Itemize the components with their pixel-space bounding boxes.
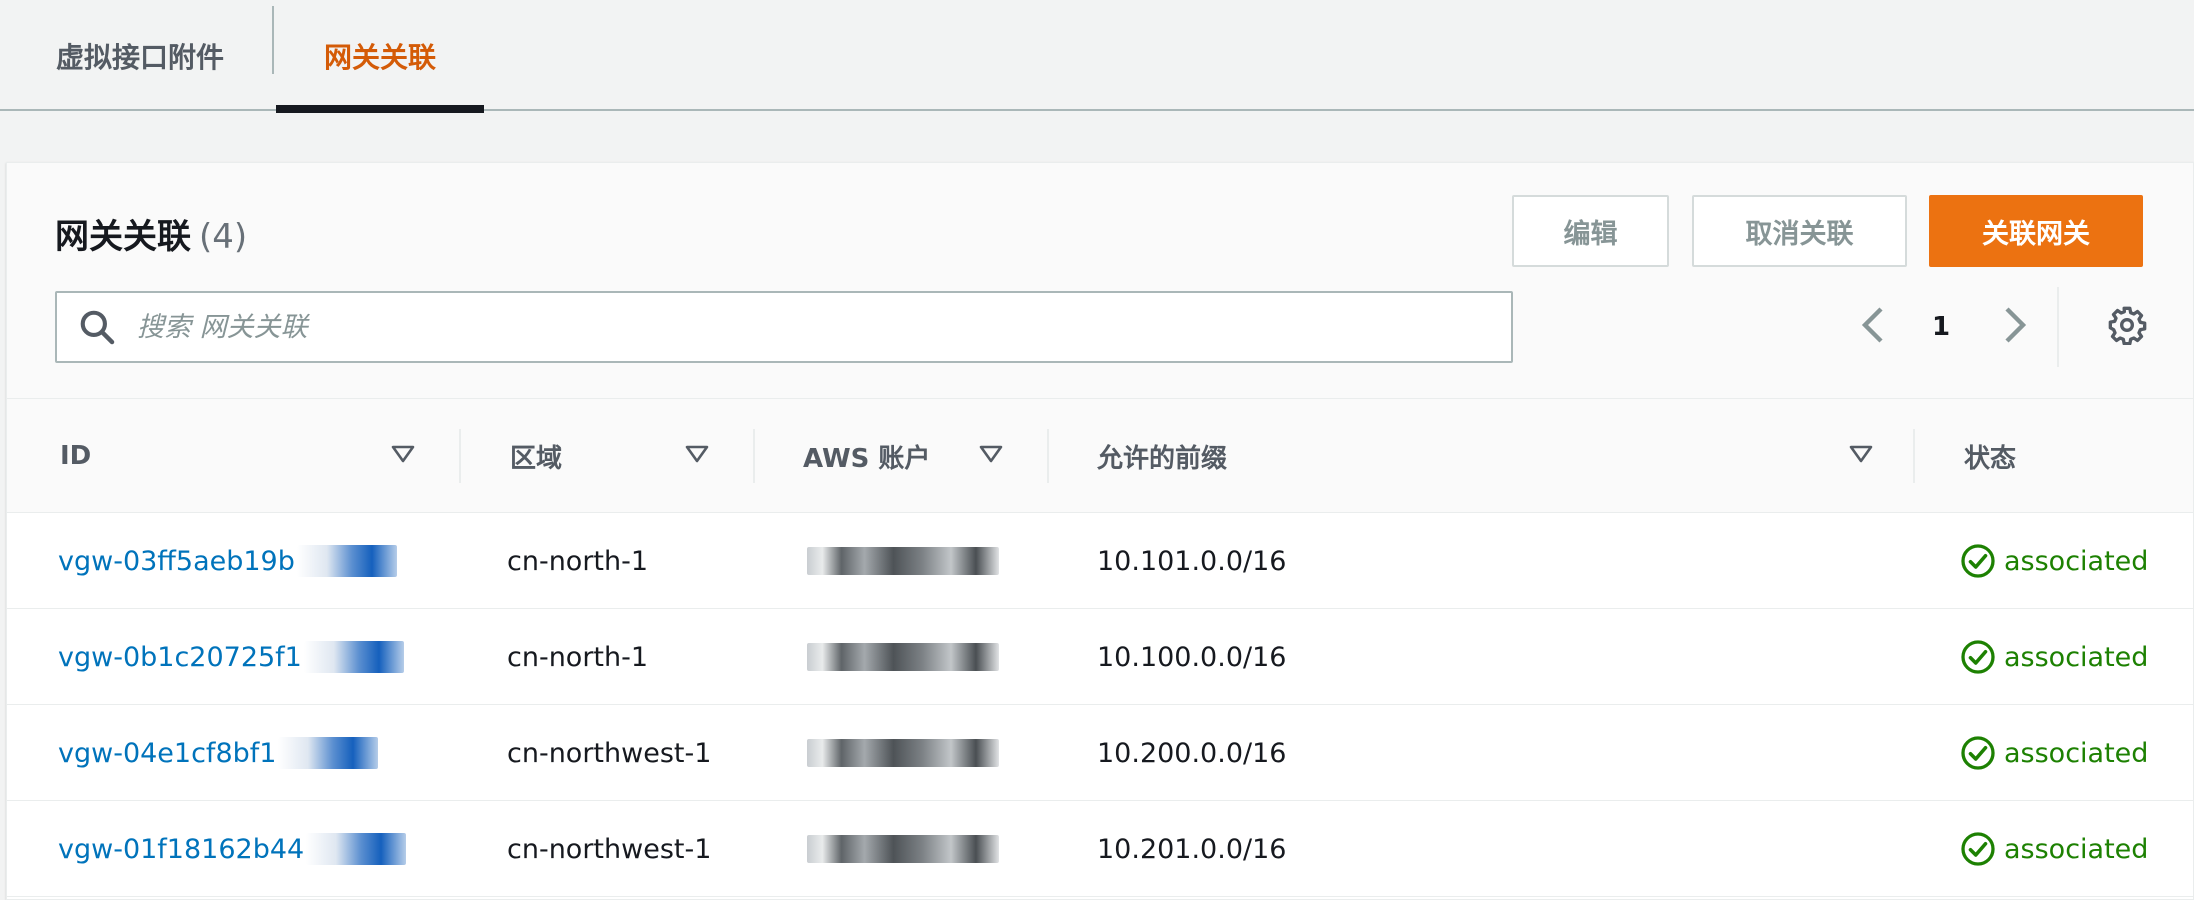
gateway-id-link[interactable]: vgw-04e1cf8bf1	[58, 705, 379, 801]
status-cell: associated	[1960, 513, 2148, 609]
sort-account-button[interactable]	[975, 440, 1007, 472]
status-text: associated	[2004, 545, 2149, 577]
caret-down-icon	[390, 443, 416, 469]
column-divider	[1913, 429, 1915, 483]
check-circle-icon	[1960, 543, 1996, 579]
tab-divider	[272, 6, 274, 74]
status-cell: associated	[1960, 801, 2148, 897]
aws-account-cell	[807, 801, 1007, 897]
gateway-id-link[interactable]: vgw-01f18162b44	[58, 801, 407, 897]
gateway-id-link[interactable]: vgw-03ff5aeb19b	[58, 513, 397, 609]
column-divider	[1047, 429, 1049, 483]
column-header-region[interactable]: 区域	[510, 399, 562, 513]
table-row: vgw-03ff5aeb19b cn-north-1 10.101.0.0/16…	[7, 513, 2193, 609]
aws-account-cell	[807, 609, 1007, 705]
panel-title-text: 网关关联	[55, 217, 191, 257]
column-header-status[interactable]: 状态	[1964, 399, 2016, 513]
item-count: (4)	[199, 217, 248, 257]
gateway-associations-panel: 网关关联(4) 编辑 取消关联 关联网关 1	[6, 162, 2194, 900]
status-text: associated	[2004, 833, 2149, 865]
disassociate-button[interactable]: 取消关联	[1692, 195, 1907, 267]
redacted-text	[303, 641, 404, 673]
associate-gateway-button[interactable]: 关联网关	[1929, 195, 2143, 267]
gateway-id-link[interactable]: vgw-0b1c20725f1	[58, 609, 404, 705]
table-row: vgw-04e1cf8bf1 cn-northwest-1 10.200.0.0…	[7, 705, 2193, 801]
status-cell: associated	[1960, 609, 2148, 705]
search-input[interactable]	[137, 293, 1511, 361]
caret-down-icon	[1848, 443, 1874, 469]
tab-bar: 虚拟接口附件 网关关联	[0, 0, 2194, 113]
caret-down-icon	[684, 443, 710, 469]
edit-button[interactable]: 编辑	[1512, 195, 1669, 267]
column-divider	[753, 429, 755, 483]
search-box	[55, 291, 1513, 363]
region-cell: cn-north-1	[507, 545, 649, 577]
column-divider	[459, 429, 461, 483]
tab-gateway-associations[interactable]: 网关关联	[276, 0, 484, 113]
redacted-account	[807, 835, 999, 863]
gateway-id-text[interactable]: vgw-0b1c20725f1	[58, 642, 302, 673]
settings-button[interactable]	[2097, 291, 2157, 363]
allowed-prefix-cell: 10.100.0.0/16	[1097, 641, 1287, 673]
sort-id-button[interactable]	[387, 440, 419, 472]
column-header-aws-account[interactable]: AWS 账户	[803, 399, 930, 513]
previous-page-button[interactable]	[1845, 291, 1901, 363]
redacted-account	[807, 739, 999, 767]
pager-divider	[2057, 287, 2059, 367]
status-text: associated	[2004, 737, 2149, 769]
caret-down-icon	[978, 443, 1004, 469]
redacted-text	[306, 833, 407, 865]
chevron-left-icon	[1859, 305, 1887, 349]
aws-account-cell	[807, 513, 1007, 609]
chevron-right-icon	[2001, 305, 2029, 349]
allowed-prefix-cell: 10.200.0.0/16	[1097, 737, 1287, 769]
check-circle-icon	[1960, 735, 1996, 771]
sort-region-button[interactable]	[681, 440, 713, 472]
gateway-id-text[interactable]: vgw-01f18162b44	[58, 834, 304, 865]
redacted-account	[807, 547, 999, 575]
aws-account-cell	[807, 705, 1007, 801]
region-cell: cn-northwest-1	[507, 833, 712, 865]
check-circle-icon	[1960, 639, 1996, 675]
redacted-text	[296, 545, 397, 577]
column-header-allowed-prefixes[interactable]: 允许的前缀	[1097, 399, 1227, 513]
panel-title: 网关关联 (4)	[55, 209, 247, 258]
region-cell: cn-north-1	[507, 641, 649, 673]
table-row: vgw-0b1c20725f1 cn-north-1 10.100.0.0/16…	[7, 609, 2193, 705]
tab-virtual-interface-attachments[interactable]: 虚拟接口附件	[30, 0, 250, 111]
allowed-prefix-cell: 10.201.0.0/16	[1097, 833, 1287, 865]
table-row: vgw-01f18162b44 cn-northwest-1 10.201.0.…	[7, 801, 2193, 897]
gear-icon	[2107, 305, 2147, 349]
sort-prefix-button[interactable]	[1845, 440, 1877, 472]
region-cell: cn-northwest-1	[507, 737, 712, 769]
panel-header: 网关关联(4) 编辑 取消关联 关联网关 1	[7, 163, 2193, 399]
status-text: associated	[2004, 641, 2149, 673]
next-page-button[interactable]	[1987, 291, 2043, 363]
table-header: ID 区域 AWS 账户 允许的前缀 状态	[7, 399, 2193, 513]
gateway-id-text[interactable]: vgw-03ff5aeb19b	[58, 546, 295, 577]
status-cell: associated	[1960, 705, 2148, 801]
allowed-prefix-cell: 10.101.0.0/16	[1097, 545, 1287, 577]
search-icon	[57, 293, 137, 361]
redacted-text	[278, 737, 379, 769]
check-circle-icon	[1960, 831, 1996, 867]
page-number[interactable]: 1	[1913, 291, 1969, 363]
redacted-account	[807, 643, 999, 671]
column-header-id[interactable]: ID	[60, 399, 91, 513]
gateway-id-text[interactable]: vgw-04e1cf8bf1	[58, 738, 276, 769]
